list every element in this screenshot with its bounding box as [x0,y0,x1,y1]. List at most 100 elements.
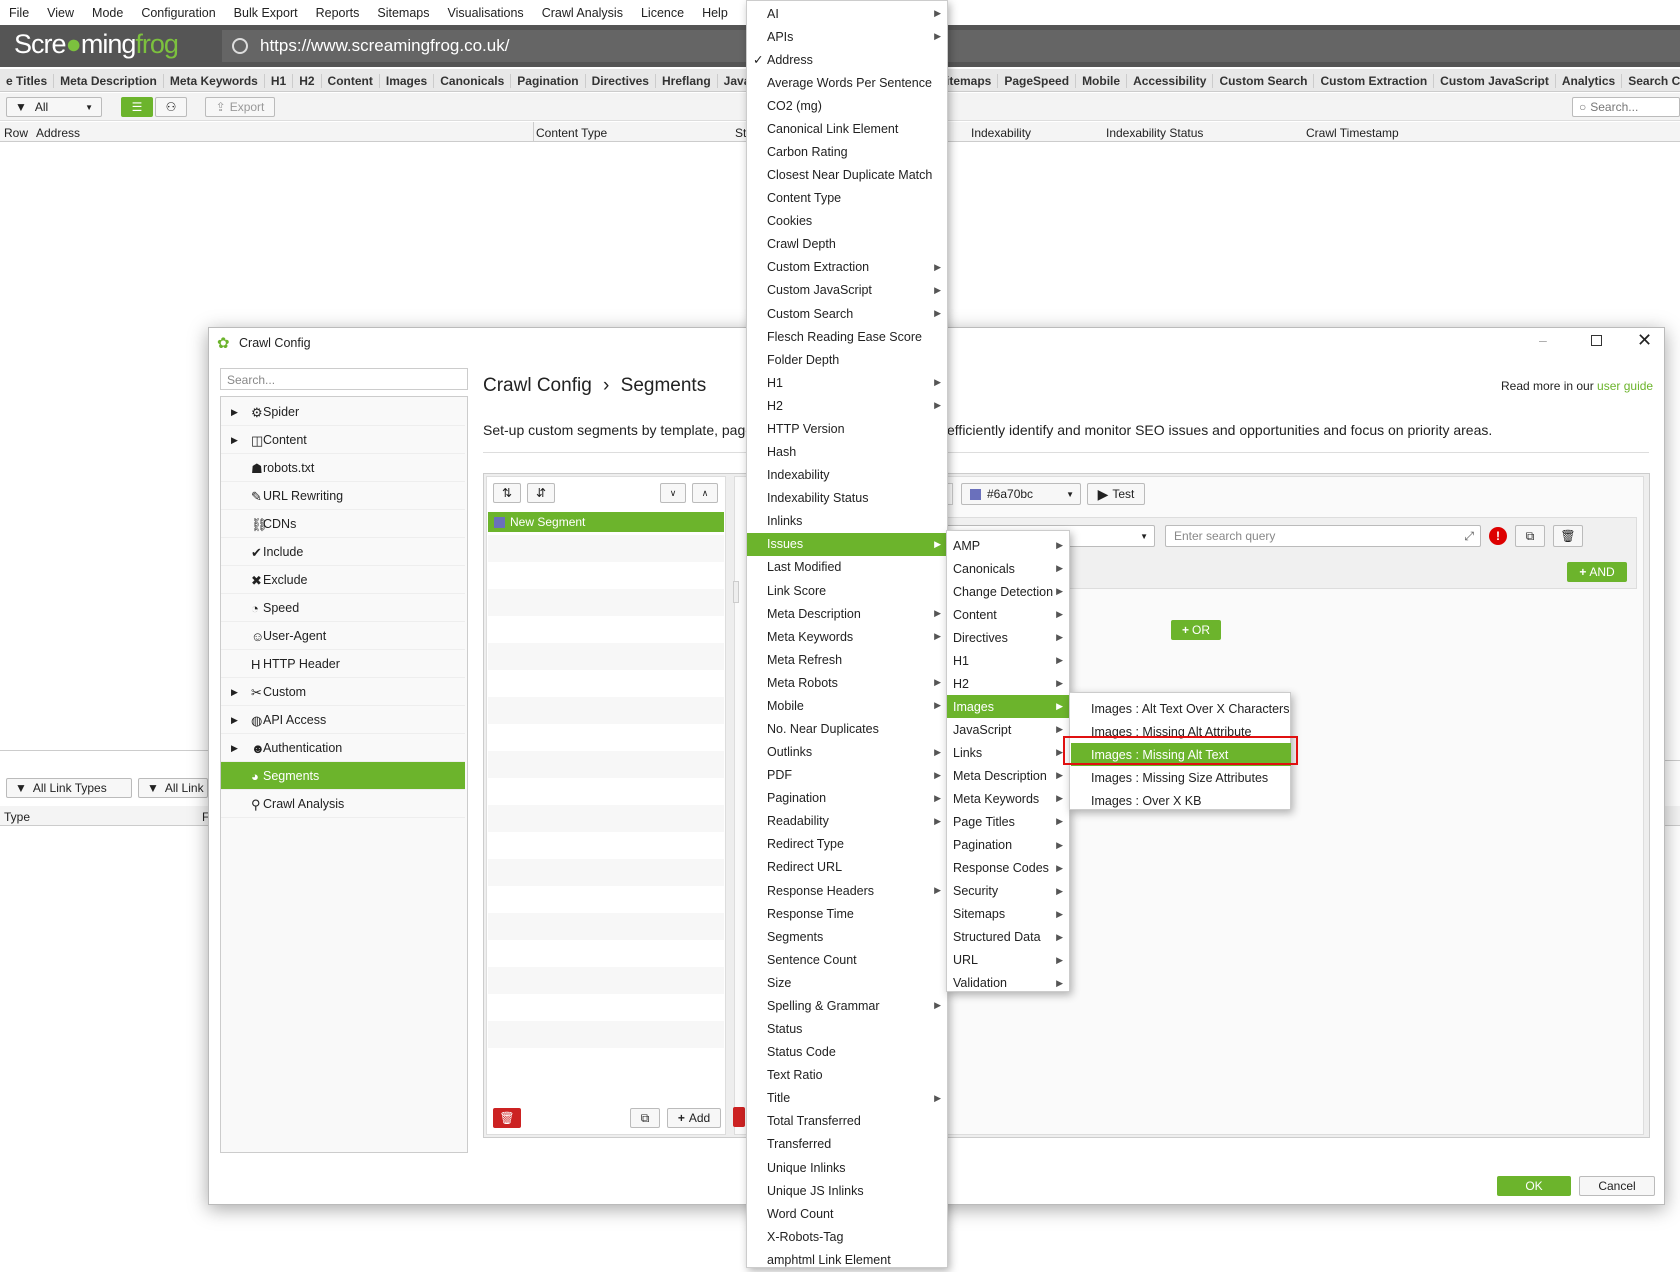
menu-item-meta-description[interactable]: Meta Description ▶ [947,764,1069,787]
menu-item-page-titles[interactable]: Page Titles ▶ [947,810,1069,833]
sidebar-item-url-rewriting[interactable]: ✎ URL Rewriting [221,482,465,510]
menu-item-link-score[interactable]: Link Score [747,579,947,602]
menu-item-text-ratio[interactable]: Text Ratio [747,1064,947,1087]
url-input[interactable]: https://www.screamingfrog.co.uk/ [222,30,1680,62]
delete-rule-button[interactable]: 🗑 [1553,525,1583,547]
menu-item-issues[interactable]: Issues ▶ [747,532,947,556]
tab-analytics[interactable]: Analytics [1556,74,1623,88]
menu-item-validation[interactable]: Validation ▶ [947,972,1069,995]
menu-item-flesch-reading-ease-score[interactable]: Flesch Reading Ease Score [747,325,947,348]
duplicate-segment-button[interactable]: ⧉ [630,1108,660,1128]
menu-item-ai[interactable]: AI ▶ [747,2,947,25]
menu-item-security[interactable]: Security ▶ [947,880,1069,903]
menu-item-links[interactable]: Links ▶ [947,741,1069,764]
add-and-button[interactable]: + AND [1567,562,1627,582]
tab-canonicals[interactable]: Canonicals [434,74,512,88]
menu-item-apis[interactable]: APIs ▶ [747,25,947,48]
menu-item-hash[interactable]: Hash [747,441,947,464]
col-indexability-status[interactable]: Indexability Status [1106,126,1203,140]
sidebar-item-spider[interactable]: ▶ ⚙ Spider [221,398,465,426]
export-button[interactable]: ⇪ Export [205,97,275,117]
tab-search-console[interactable]: Search Console [1622,74,1680,88]
menu-item-response-codes[interactable]: Response Codes ▶ [947,857,1069,880]
menu-item-total-transferred[interactable]: Total Transferred [747,1110,947,1133]
menu-item-segments[interactable]: Segments [747,925,947,948]
menu-item-h2[interactable]: H2 ▶ [747,394,947,417]
menu-visualisations[interactable]: Visualisations [438,6,532,20]
menu-item-http-version[interactable]: HTTP Version [747,417,947,440]
menu-view[interactable]: View [38,6,83,20]
menu-item-redirect-type[interactable]: Redirect Type [747,833,947,856]
tab-meta-description[interactable]: Meta Description [54,74,164,88]
tab-directives[interactable]: Directives [586,74,656,88]
test-button[interactable]: ▶ Test [1087,483,1145,505]
menu-help[interactable]: Help [693,6,737,20]
tab-custom-javascript[interactable]: Custom JavaScript [1434,74,1556,88]
duplicate-rule-button[interactable]: ⧉ [1515,525,1545,547]
menu-item-outlinks[interactable]: Outlinks ▶ [747,741,947,764]
menu-item-word-count[interactable]: Word Count [747,1202,947,1225]
menu-item-carbon-rating[interactable]: Carbon Rating [747,140,947,163]
menu-item-sitemaps[interactable]: Sitemaps ▶ [947,903,1069,926]
menu-item-folder-depth[interactable]: Folder Depth [747,348,947,371]
user-guide-link[interactable]: user guide [1597,379,1653,393]
menu-item-indexability-status[interactable]: Indexability Status [747,487,947,510]
delete-button-partial[interactable] [733,1107,745,1127]
menu-item-size[interactable]: Size [747,971,947,994]
sidebar-item-user-agent[interactable]: ☺ User-Agent [221,622,465,650]
sidebar-item-api-access[interactable]: ▶ ◍ API Access [221,706,465,734]
menu-item-redirect-url[interactable]: Redirect URL [747,856,947,879]
menu-item-response-time[interactable]: Response Time [747,902,947,925]
menu-reports[interactable]: Reports [307,6,369,20]
menu-item-content-type[interactable]: Content Type [747,187,947,210]
search-query-input[interactable]: Enter search query ⤢ [1165,525,1481,547]
sort-asc-button[interactable]: ⇅ [493,483,521,503]
tab-images[interactable]: Images [380,74,435,88]
delete-segment-button[interactable]: 🗑 [493,1108,521,1128]
col-content-type[interactable]: Content Type [536,126,607,140]
tab-h1[interactable]: H1 [265,74,294,88]
link-filter-dropdown[interactable]: ▼ All Link [138,778,208,798]
sidebar-item-cdns[interactable]: ⛓ CDNs [221,510,465,538]
sidebar-item-crawl-analysis[interactable]: ⚲ Crawl Analysis [221,790,465,818]
tab-pagespeed[interactable]: PageSpeed [998,74,1077,88]
menu-item-custom-extraction[interactable]: Custom Extraction ▶ [747,256,947,279]
sidebar-item-exclude[interactable]: ✖ Exclude [221,566,465,594]
tab-hreflang[interactable]: Hreflang [656,74,718,88]
menu-item-meta-description[interactable]: Meta Description ▶ [747,602,947,625]
filter-dropdown[interactable]: ▼ All ▼ [6,97,102,117]
menu-item-title[interactable]: Title ▶ [747,1087,947,1110]
menu-item-custom-javascript[interactable]: Custom JavaScript ▶ [747,279,947,302]
menu-item-co2-mg[interactable]: CO2 (mg) [747,94,947,117]
sidebar-item-segments[interactable]: ◕ Segments [221,762,465,790]
tab-custom-extraction[interactable]: Custom Extraction [1314,74,1435,88]
ok-button[interactable]: OK [1497,1176,1571,1196]
menu-item-meta-refresh[interactable]: Meta Refresh [747,648,947,671]
sidebar-item-authentication[interactable]: ▶ ☻ Authentication [221,734,465,762]
col-row[interactable]: Row [4,126,28,140]
cancel-button[interactable]: Cancel [1579,1176,1655,1196]
menu-item-h2[interactable]: H2 ▶ [947,672,1069,695]
tab-pagination[interactable]: Pagination [511,74,586,88]
menu-item-readability[interactable]: Readability ▶ [747,810,947,833]
move-down-button[interactable]: ∨ [660,483,686,503]
menu-item-cookies[interactable]: Cookies [747,210,947,233]
menu-item-images-missing-size-attributes[interactable]: Images : Missing Size Attributes [1071,767,1291,790]
menu-crawl-analysis[interactable]: Crawl Analysis [533,6,632,20]
add-or-button[interactable]: + OR [1171,620,1221,640]
menu-bulk-export[interactable]: Bulk Export [225,6,307,20]
menu-file[interactable]: File [0,6,38,20]
minimize-icon[interactable]: – [1539,332,1547,348]
sidebar-search-input[interactable]: Search... [220,368,468,390]
move-up-button[interactable]: ∧ [692,483,718,503]
menu-item-content[interactable]: Content ▶ [947,603,1069,626]
menu-item-unique-inlinks[interactable]: Unique Inlinks [747,1156,947,1179]
menu-item-h1[interactable]: H1 ▶ [947,649,1069,672]
menu-item-images-alt-text-over-x-characters[interactable]: Images : Alt Text Over X Characters [1071,697,1291,720]
menu-item-directives[interactable]: Directives ▶ [947,626,1069,649]
col-status[interactable]: St [735,126,746,140]
menu-item-spelling-grammar[interactable]: Spelling & Grammar ▶ [747,994,947,1017]
menu-item-sentence-count[interactable]: Sentence Count [747,948,947,971]
add-segment-button[interactable]: + Add [667,1108,721,1128]
menu-item-address[interactable]: ✓ Address [747,48,947,71]
